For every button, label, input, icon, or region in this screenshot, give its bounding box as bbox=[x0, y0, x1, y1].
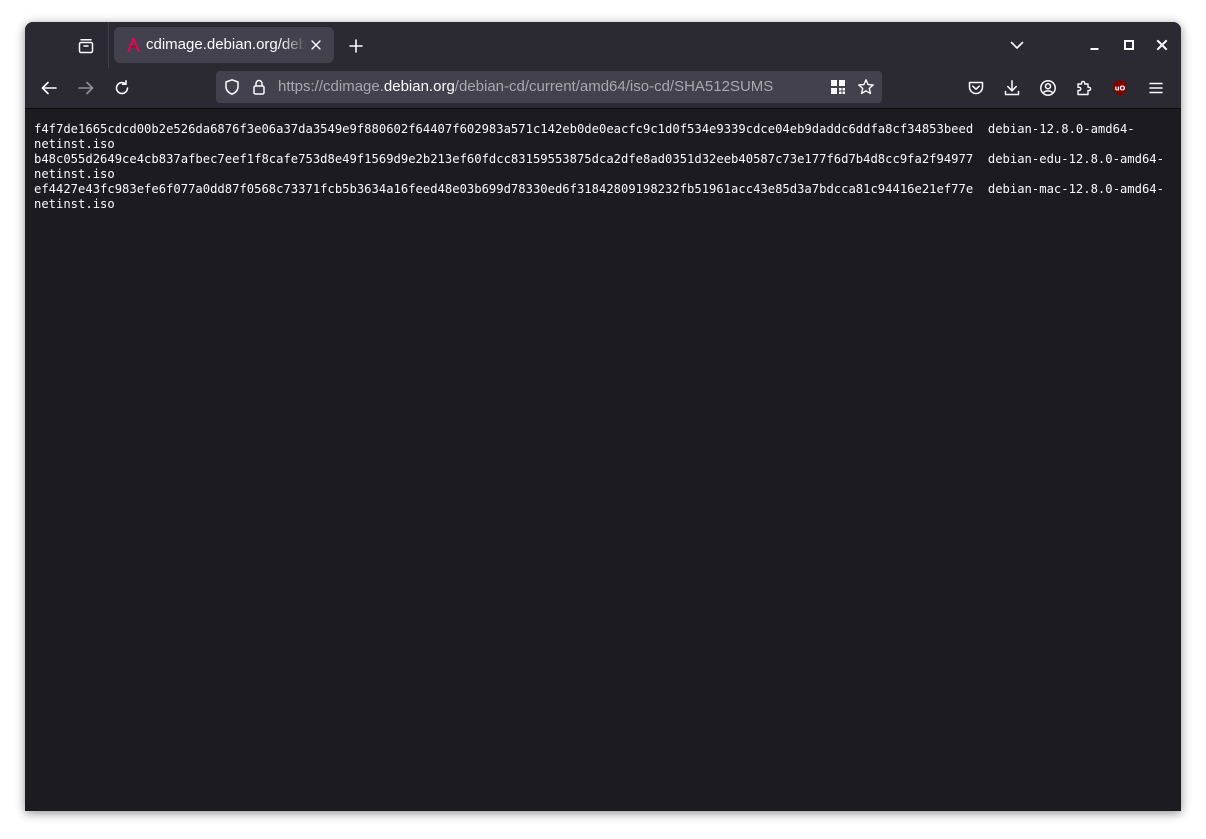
tab-manager-icon[interactable] bbox=[71, 32, 101, 60]
svg-text:uO: uO bbox=[1115, 85, 1126, 93]
download-icon[interactable] bbox=[997, 73, 1027, 103]
checksum-list: f4f7de1665cdcd00b2e526da6876f3e06a37da35… bbox=[34, 122, 1164, 212]
close-icon[interactable] bbox=[307, 36, 325, 54]
pocket-icon[interactable] bbox=[961, 73, 991, 103]
checksum-line: f4f7de1665cdcd00b2e526da6876f3e06a37da35… bbox=[34, 122, 1135, 151]
minimize-icon[interactable] bbox=[1081, 32, 1109, 58]
tab-strip-separator bbox=[108, 22, 109, 68]
navigation-toolbar: https://cdimage.debian.org/debian-cd/cur… bbox=[25, 68, 1181, 109]
account-icon[interactable] bbox=[1033, 73, 1063, 103]
shield-icon[interactable] bbox=[223, 78, 241, 96]
url-bar[interactable]: https://cdimage.debian.org/debian-cd/cur… bbox=[216, 71, 882, 103]
url-prefix: https://cdimage. bbox=[278, 78, 384, 95]
tab-strip: cdimage.debian.org/debian-cd/current/amd… bbox=[25, 22, 1181, 68]
url-path: /debian-cd/current/amd64/iso-cd/SHA512SU… bbox=[454, 78, 774, 95]
plus-icon[interactable] bbox=[342, 32, 370, 60]
ublock-origin-icon[interactable]: uO bbox=[1105, 73, 1135, 103]
browser-window: cdimage.debian.org/debian-cd/current/amd… bbox=[25, 22, 1181, 811]
page-content: f4f7de1665cdcd00b2e526da6876f3e06a37da35… bbox=[25, 109, 1181, 811]
tab-active[interactable]: cdimage.debian.org/debian-cd/current/amd… bbox=[114, 27, 334, 63]
forward-arrow-icon[interactable] bbox=[71, 73, 101, 103]
reload-icon[interactable] bbox=[107, 73, 137, 103]
star-icon[interactable] bbox=[857, 78, 875, 96]
checksum-line: ef4427e43fc983efe6f077a0dd87f0568c73371f… bbox=[34, 182, 1164, 211]
window-close-icon[interactable] bbox=[1148, 32, 1176, 58]
url-domain: debian.org bbox=[383, 78, 455, 95]
url-text[interactable]: https://cdimage.debian.org/debian-cd/cur… bbox=[278, 78, 818, 96]
debian-logo-icon bbox=[124, 36, 142, 54]
checksum-line: b48c055d2649ce4cb837afbec7eef1f8cafe753d… bbox=[34, 152, 1164, 181]
puzzle-icon[interactable] bbox=[1069, 73, 1099, 103]
back-arrow-icon[interactable] bbox=[34, 73, 64, 103]
chevron-down-icon[interactable] bbox=[1003, 32, 1031, 58]
qr-code-icon[interactable] bbox=[829, 78, 847, 96]
tab-title: cdimage.debian.org/debian-cd/current/amd… bbox=[146, 36, 306, 53]
maximize-icon[interactable] bbox=[1115, 32, 1143, 58]
hamburger-menu-icon[interactable] bbox=[1141, 73, 1171, 103]
lock-icon[interactable] bbox=[250, 78, 268, 96]
